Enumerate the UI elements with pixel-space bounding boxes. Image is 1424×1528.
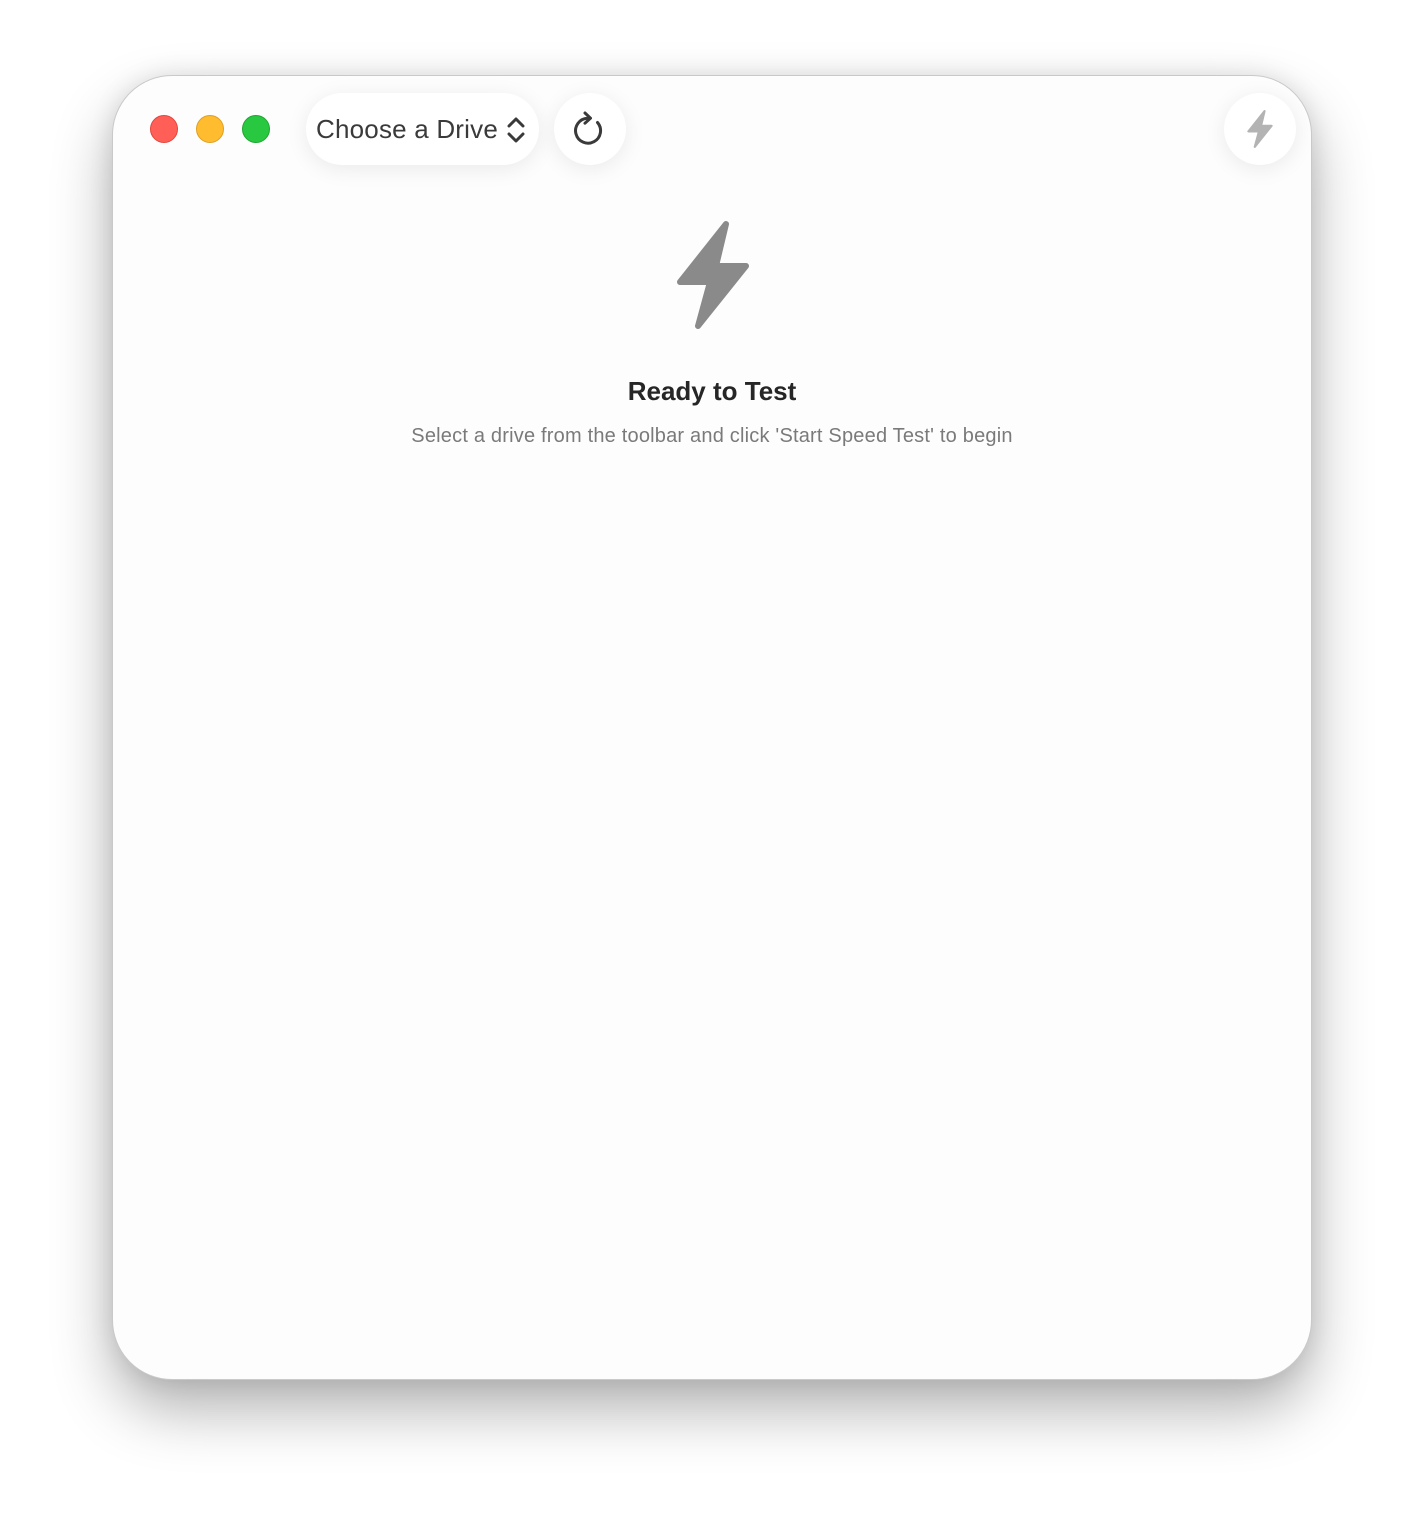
close-window-button[interactable]	[150, 115, 178, 143]
start-speed-test-button[interactable]	[1224, 93, 1296, 165]
empty-state-subtitle: Select a drive from the toolbar and clic…	[411, 425, 1013, 447]
bolt-icon	[1247, 110, 1273, 148]
drive-picker[interactable]: Choose a Drive	[306, 93, 539, 165]
zoom-window-button[interactable]	[242, 115, 270, 143]
bolt-icon	[677, 221, 749, 329]
minimize-window-button[interactable]	[196, 115, 224, 143]
empty-state-title: Ready to Test	[627, 376, 797, 406]
drive-picker-label: Choose a Drive	[316, 113, 498, 144]
refresh-icon	[574, 111, 603, 145]
chevron-up-down-icon	[507, 117, 525, 143]
app-window: Choose a Drive Ready to Test Select a dr…	[112, 75, 1312, 1380]
refresh-drives-button[interactable]	[554, 93, 626, 165]
